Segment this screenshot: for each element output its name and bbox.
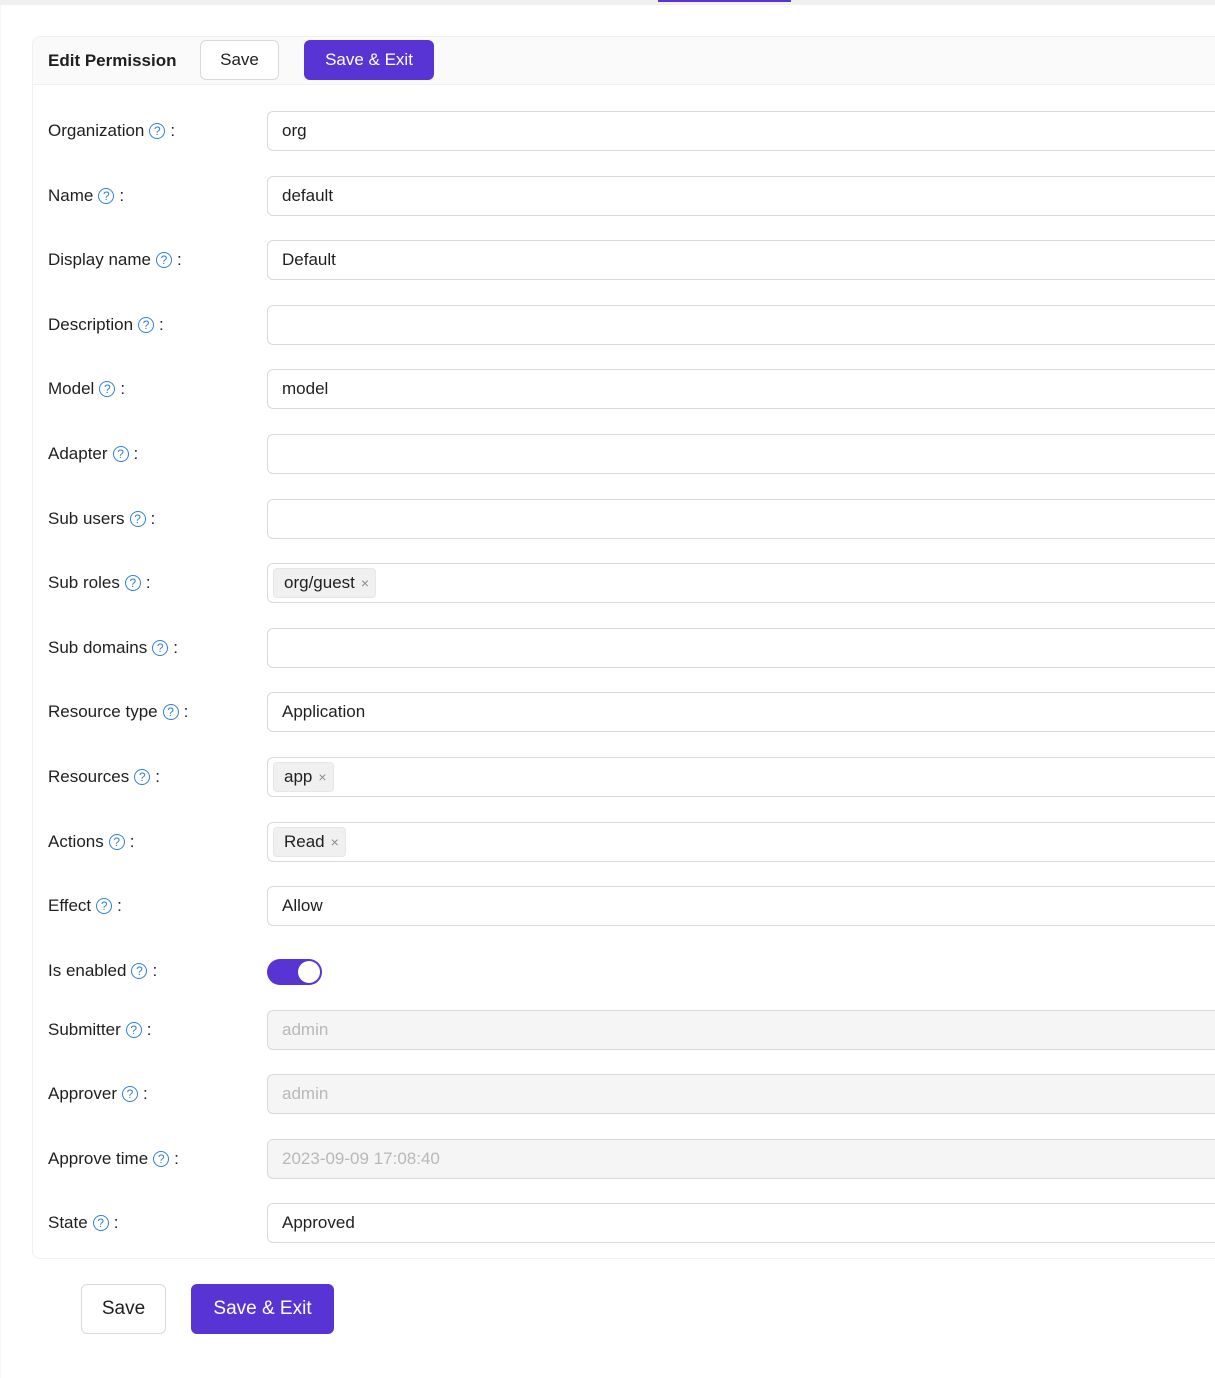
approve-time-row: Approve time ? : 2023-09-09 17:08:40: [33, 1139, 1215, 1179]
state-row: State ? : Approved: [33, 1203, 1215, 1243]
approver-row: Approver ? : admin: [33, 1074, 1215, 1114]
close-icon[interactable]: ×: [361, 575, 369, 591]
help-icon[interactable]: ?: [153, 1151, 170, 1167]
card-header: Edit Permission Save Save & Exit: [33, 37, 1215, 85]
actions-row: Actions ? : Read ×: [33, 822, 1215, 862]
page-content: Edit Permission Save Save & Exit Organiz…: [1, 5, 1215, 1378]
tag-app: app ×: [273, 762, 334, 792]
help-icon[interactable]: ?: [149, 123, 166, 139]
state-label: State ? :: [48, 1213, 119, 1232]
resource-type-select[interactable]: Application: [267, 692, 1215, 732]
submitter-input: admin: [267, 1010, 1215, 1050]
help-icon[interactable]: ?: [92, 1215, 109, 1231]
sub-users-select[interactable]: [267, 499, 1215, 539]
organization-label: Organization ? :: [48, 121, 176, 140]
help-icon[interactable]: ?: [124, 575, 141, 591]
approve-time-input: 2023-09-09 17:08:40: [267, 1139, 1215, 1179]
footer-save-exit-button[interactable]: Save & Exit: [191, 1284, 334, 1334]
sub-users-row: Sub users ? :: [33, 499, 1215, 539]
help-icon[interactable]: ?: [98, 188, 115, 204]
help-icon[interactable]: ?: [121, 1086, 138, 1102]
effect-row: Effect ? : Allow: [33, 886, 1215, 926]
name-row: Name ? : default: [33, 176, 1215, 216]
resources-select[interactable]: app ×: [267, 757, 1215, 797]
resources-label: Resources ? :: [48, 767, 160, 786]
adapter-row: Adapter ? :: [33, 434, 1215, 474]
help-icon[interactable]: ?: [131, 963, 148, 979]
adapter-label: Adapter ? :: [48, 444, 139, 463]
sub-roles-label: Sub roles ? :: [48, 573, 151, 592]
description-label: Description ? :: [48, 315, 164, 334]
save-button[interactable]: Save: [200, 40, 279, 80]
help-icon[interactable]: ?: [162, 704, 179, 720]
name-input[interactable]: default: [267, 176, 1215, 216]
sub-users-label: Sub users ? :: [48, 509, 156, 528]
resources-row: Resources ? : app ×: [33, 757, 1215, 797]
submitter-row: Submitter ? : admin: [33, 1010, 1215, 1050]
help-icon[interactable]: ?: [138, 317, 155, 333]
effect-label: Effect ? :: [48, 896, 122, 915]
organization-row: Organization ? : org: [33, 111, 1215, 151]
tag-read: Read ×: [273, 827, 346, 857]
help-icon[interactable]: ?: [108, 834, 125, 850]
sub-domains-row: Sub domains ? :: [33, 628, 1215, 668]
actions-select[interactable]: Read ×: [267, 822, 1215, 862]
page-title: Edit Permission: [48, 50, 177, 70]
help-icon[interactable]: ?: [129, 511, 146, 527]
tag-org-guest: org/guest ×: [273, 568, 377, 598]
save-exit-button[interactable]: Save & Exit: [304, 40, 434, 80]
help-icon[interactable]: ?: [125, 1022, 142, 1038]
display-name-row: Display name ? : Default: [33, 240, 1215, 280]
submitter-label: Submitter ? :: [48, 1020, 152, 1039]
approver-label: Approver ? :: [48, 1084, 148, 1103]
help-icon[interactable]: ?: [156, 252, 172, 268]
help-icon[interactable]: ?: [96, 898, 113, 914]
toggle-knob: [298, 961, 320, 983]
help-icon[interactable]: ?: [112, 446, 129, 462]
actions-label: Actions ? :: [48, 832, 135, 851]
close-icon[interactable]: ×: [318, 769, 326, 785]
description-input[interactable]: [267, 305, 1215, 345]
help-icon[interactable]: ?: [99, 381, 116, 397]
help-icon[interactable]: ?: [152, 640, 169, 656]
sub-domains-select[interactable]: [267, 628, 1215, 668]
is-enabled-row: Is enabled ? :: [33, 951, 1215, 991]
display-name-label: Display name ? :: [48, 250, 182, 269]
adapter-select[interactable]: [267, 434, 1215, 474]
sub-domains-label: Sub domains ? :: [48, 638, 178, 657]
display-name-input[interactable]: Default: [267, 240, 1215, 280]
help-icon[interactable]: ?: [134, 769, 151, 785]
description-row: Description ? :: [33, 305, 1215, 345]
sub-roles-select[interactable]: org/guest ×: [267, 563, 1215, 603]
approve-time-label: Approve time ? :: [48, 1149, 179, 1168]
state-select[interactable]: Approved: [267, 1203, 1215, 1243]
close-icon[interactable]: ×: [331, 834, 339, 850]
organization-select[interactable]: org: [267, 111, 1215, 151]
active-tab-indicator: [658, 0, 791, 2]
is-enabled-label: Is enabled ? :: [48, 961, 158, 980]
sub-roles-row: Sub roles ? : org/guest ×: [33, 563, 1215, 603]
model-label: Model ? :: [48, 379, 126, 398]
name-label: Name ? :: [48, 186, 125, 205]
footer-save-button[interactable]: Save: [81, 1284, 166, 1334]
model-select[interactable]: model: [267, 369, 1215, 409]
resource-type-label: Resource type ? :: [48, 702, 189, 721]
edit-permission-card: Edit Permission Save Save & Exit Organiz…: [32, 36, 1215, 1259]
model-row: Model ? : model: [33, 369, 1215, 409]
approver-input: admin: [267, 1074, 1215, 1114]
resource-type-row: Resource type ? : Application: [33, 692, 1215, 732]
is-enabled-toggle[interactable]: [267, 959, 322, 985]
effect-select[interactable]: Allow: [267, 886, 1215, 926]
